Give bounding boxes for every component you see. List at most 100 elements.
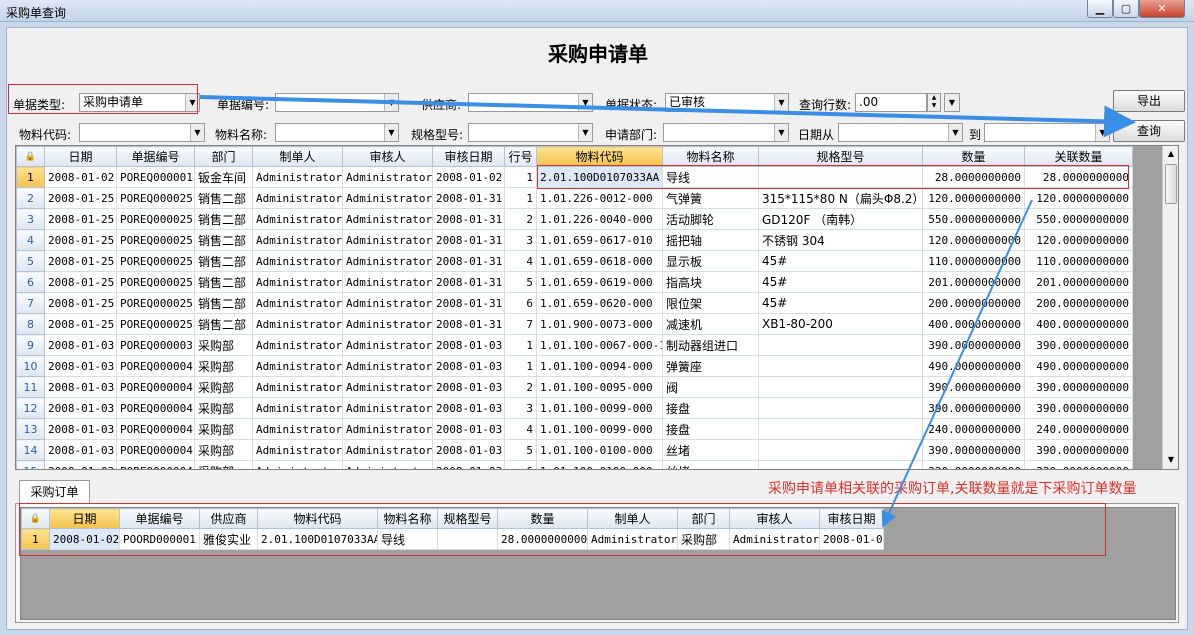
column-header[interactable]: 审核日期 xyxy=(432,146,505,167)
table-cell[interactable]: 120.0000000000 xyxy=(922,229,1025,251)
table-cell[interactable]: 导线 xyxy=(662,166,759,188)
table-cell[interactable]: 导线 xyxy=(377,528,438,550)
table-cell[interactable]: POREQ000004 xyxy=(116,439,195,461)
table-cell[interactable]: Administrator xyxy=(252,397,343,419)
column-header[interactable]: 日期 xyxy=(44,146,117,167)
table-cell[interactable]: 2008-01-31 xyxy=(432,271,505,293)
table-cell[interactable]: POREQ000004 xyxy=(116,460,195,469)
table-cell[interactable]: 6 xyxy=(504,292,537,314)
table-cell[interactable]: 2008-01-03 xyxy=(432,418,505,440)
table-cell[interactable]: 销售二部 xyxy=(194,187,253,209)
row-number[interactable]: 4 xyxy=(16,229,45,251)
table-row[interactable]: 1 2008-01-02 POORD000001 雅俊实业 2.01.100D01070… xyxy=(21,528,884,550)
table-cell[interactable]: 2008-01-31 xyxy=(432,208,505,230)
table-cell[interactable]: 2008-01-25 xyxy=(44,292,117,314)
column-header[interactable]: 数量 xyxy=(497,508,588,529)
table-cell[interactable]: 28.0000000000 xyxy=(497,528,588,550)
table-cell[interactable]: 110.0000000000 xyxy=(922,250,1025,272)
table-cell[interactable] xyxy=(758,397,923,419)
table-cell[interactable]: 200.0000000000 xyxy=(922,292,1025,314)
table-cell[interactable]: POREQ000004 xyxy=(116,376,195,398)
chevron-down-icon[interactable]: ▼ xyxy=(185,94,199,111)
table-cell[interactable]: 45# xyxy=(758,250,923,272)
table-cell[interactable]: 400.0000000000 xyxy=(1024,313,1133,335)
purchase-order-grid[interactable]: 🔒 日期 单据编号 供应商 物料代码 物料名称 规格型号 数量 制单人 部门 审核人 审核日期 1 20… xyxy=(20,507,1176,620)
table-cell[interactable]: 220.0000000000 xyxy=(922,460,1025,469)
table-row[interactable]: 8 2008-01-25 POREQ000025 销售二部 Administrator A… xyxy=(16,313,1133,335)
table-cell[interactable]: POREQ000004 xyxy=(116,355,195,377)
table-cell[interactable]: Administrator xyxy=(252,355,343,377)
table-cell[interactable]: Administrator xyxy=(342,397,433,419)
scroll-up-icon[interactable]: ▲ xyxy=(1163,146,1178,162)
row-number[interactable]: 8 xyxy=(16,313,45,335)
table-cell[interactable] xyxy=(758,166,923,188)
table-cell[interactable]: 丝堵 xyxy=(662,439,759,461)
column-header[interactable]: 审核人 xyxy=(342,146,433,167)
table-cell[interactable]: POREQ000025 xyxy=(116,292,195,314)
table-cell[interactable]: 1.01.100-0100-000 xyxy=(536,460,663,469)
table-cell[interactable]: 接盘 xyxy=(662,418,759,440)
tab-purchase-order[interactable]: 采购订单 xyxy=(19,480,90,504)
table-row[interactable]: 10 2008-01-03 POREQ000004 采购部 Administrator A… xyxy=(16,355,1133,377)
table-cell[interactable]: 2008-01-03 xyxy=(44,355,117,377)
row-number[interactable]: 5 xyxy=(16,250,45,272)
table-cell[interactable]: 1.01.100-0094-000 xyxy=(536,355,663,377)
table-cell[interactable]: 2008-01-03 xyxy=(432,334,505,356)
table-cell[interactable]: 采购部 xyxy=(677,528,730,550)
table-cell[interactable]: Administrator xyxy=(252,334,343,356)
table-cell[interactable]: Administrator xyxy=(342,313,433,335)
table-row[interactable]: 4 2008-01-25 POREQ000025 销售二部 Administrator A… xyxy=(16,229,1133,251)
column-header[interactable]: 日期 xyxy=(49,508,120,529)
table-cell[interactable]: POREQ000025 xyxy=(116,313,195,335)
table-cell[interactable]: 3 xyxy=(504,229,537,251)
table-cell[interactable]: 1.01.659-0619-000 xyxy=(536,271,663,293)
table-cell[interactable]: 2 xyxy=(504,376,537,398)
column-header[interactable]: 规格型号 xyxy=(437,508,498,529)
table-cell[interactable]: 28.0000000000 xyxy=(1024,166,1133,188)
table-cell[interactable]: POREQ000025 xyxy=(116,187,195,209)
column-header[interactable]: 单据编号 xyxy=(116,146,195,167)
table-cell[interactable]: Administrator xyxy=(252,418,343,440)
table-cell[interactable]: 110.0000000000 xyxy=(1024,250,1133,272)
table-cell[interactable]: 6 xyxy=(504,460,537,469)
table-row[interactable]: 9 2008-01-03 POREQ000003 采购部 Administrator Ad… xyxy=(16,334,1133,356)
table-cell[interactable] xyxy=(758,418,923,440)
table-cell[interactable]: 5 xyxy=(504,271,537,293)
table-cell[interactable]: 2008-01-03 xyxy=(44,376,117,398)
table-row[interactable]: 3 2008-01-25 POREQ000025 销售二部 Administrator A… xyxy=(16,208,1133,230)
table-cell[interactable]: GD120F （南韩） xyxy=(758,208,923,230)
column-header[interactable]: 物料代码 xyxy=(536,146,663,167)
spec-select[interactable]: ▼ xyxy=(468,123,593,142)
date-to-picker[interactable]: ▼ xyxy=(984,123,1110,142)
table-cell[interactable]: 2008-01-03 xyxy=(44,460,117,469)
table-cell[interactable]: 销售二部 xyxy=(194,313,253,335)
column-header[interactable]: 制单人 xyxy=(252,146,343,167)
table-cell[interactable]: 2008-01-31 xyxy=(432,313,505,335)
table-cell[interactable]: 2008-01-25 xyxy=(44,271,117,293)
row-number[interactable]: 9 xyxy=(16,334,45,356)
table-cell[interactable]: Administrator xyxy=(342,187,433,209)
table-cell[interactable]: 45# xyxy=(758,271,923,293)
table-cell[interactable]: 雅俊实业 xyxy=(199,528,258,550)
column-header[interactable]: 部门 xyxy=(677,508,730,529)
table-cell[interactable]: 2008-01-25 xyxy=(44,208,117,230)
table-cell[interactable]: 1.01.900-0073-000 xyxy=(536,313,663,335)
row-count-input[interactable]: .00 xyxy=(855,93,927,112)
column-header[interactable]: 物料名称 xyxy=(662,146,759,167)
table-cell[interactable]: 气弹簧 xyxy=(662,187,759,209)
table-cell[interactable]: 2008-01-25 xyxy=(44,250,117,272)
table-row[interactable]: 2 2008-01-25 POREQ000025 销售二部 Administrator A… xyxy=(16,187,1133,209)
row-count-stepper[interactable]: ▲ ▼ xyxy=(927,93,941,112)
table-cell[interactable]: 2008-01-02 xyxy=(44,166,117,188)
minimize-button[interactable]: ▁ xyxy=(1087,0,1113,18)
column-header[interactable]: 审核人 xyxy=(729,508,820,529)
supplier-select[interactable]: ▼ xyxy=(468,93,593,112)
table-cell[interactable]: Administrator xyxy=(342,439,433,461)
table-row[interactable]: 5 2008-01-25 POREQ000025 销售二部 Administrator A… xyxy=(16,250,1133,272)
date-from-picker[interactable]: ▼ xyxy=(838,123,963,142)
table-cell[interactable]: POREQ000001 xyxy=(116,166,195,188)
table-cell[interactable]: 采购部 xyxy=(194,418,253,440)
table-cell[interactable]: 2008-01-03 xyxy=(432,397,505,419)
chevron-down-icon[interactable]: ▼ xyxy=(1095,124,1109,141)
scrollbar-thumb[interactable] xyxy=(1165,164,1177,204)
